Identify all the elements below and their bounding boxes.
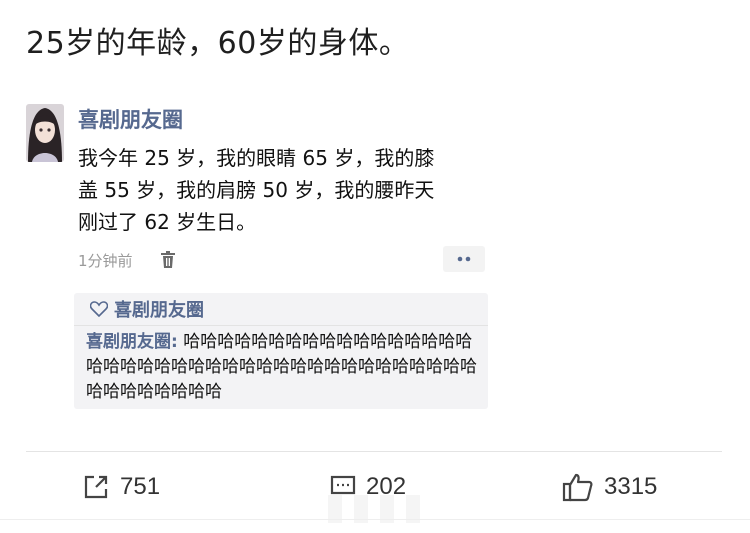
more-icon xyxy=(457,256,471,262)
moment-screenshot: 喜剧朋友圈 我今年 25 岁，我的眼睛 65 岁，我的膝 盖 55 岁，我的肩膀… xyxy=(26,100,496,420)
moment-time: 1分钟前 xyxy=(78,252,133,270)
likes-row: 喜剧朋友圈 xyxy=(74,293,488,326)
post-title: 25岁的年龄，60岁的身体。 xyxy=(26,26,410,61)
comment-box: 喜剧朋友圈 喜剧朋友圈: 哈哈哈哈哈哈哈哈哈哈哈哈哈哈哈哈哈哈哈哈哈哈哈哈哈哈哈… xyxy=(74,293,488,409)
like-count: 3315 xyxy=(604,473,658,500)
like-button[interactable]: 3315 xyxy=(562,467,657,507)
share-count: 751 xyxy=(120,473,161,500)
share-button[interactable]: 751 xyxy=(82,467,160,507)
bottom-divider xyxy=(0,519,750,520)
share-icon xyxy=(84,475,108,499)
heart-icon xyxy=(90,301,108,317)
more-button[interactable] xyxy=(443,246,485,272)
trash-icon[interactable] xyxy=(160,251,176,269)
moment-meta: 1分钟前 xyxy=(78,246,493,276)
comment: 喜剧朋友圈: 哈哈哈哈哈哈哈哈哈哈哈哈哈哈哈哈哈哈哈哈哈哈哈哈哈哈哈哈哈哈哈哈哈… xyxy=(74,326,488,405)
moment-author[interactable]: 喜剧朋友圈 xyxy=(78,104,493,134)
comment-author[interactable]: 喜剧朋友圈: xyxy=(86,332,178,352)
likes-name[interactable]: 喜剧朋友圈 xyxy=(114,296,204,322)
thumbs-up-icon xyxy=(562,473,593,502)
divider xyxy=(26,451,722,452)
avatar xyxy=(26,104,64,162)
moment-text: 我今年 25 岁，我的眼睛 65 岁，我的膝 盖 55 岁，我的肩膀 50 岁，… xyxy=(78,146,435,234)
